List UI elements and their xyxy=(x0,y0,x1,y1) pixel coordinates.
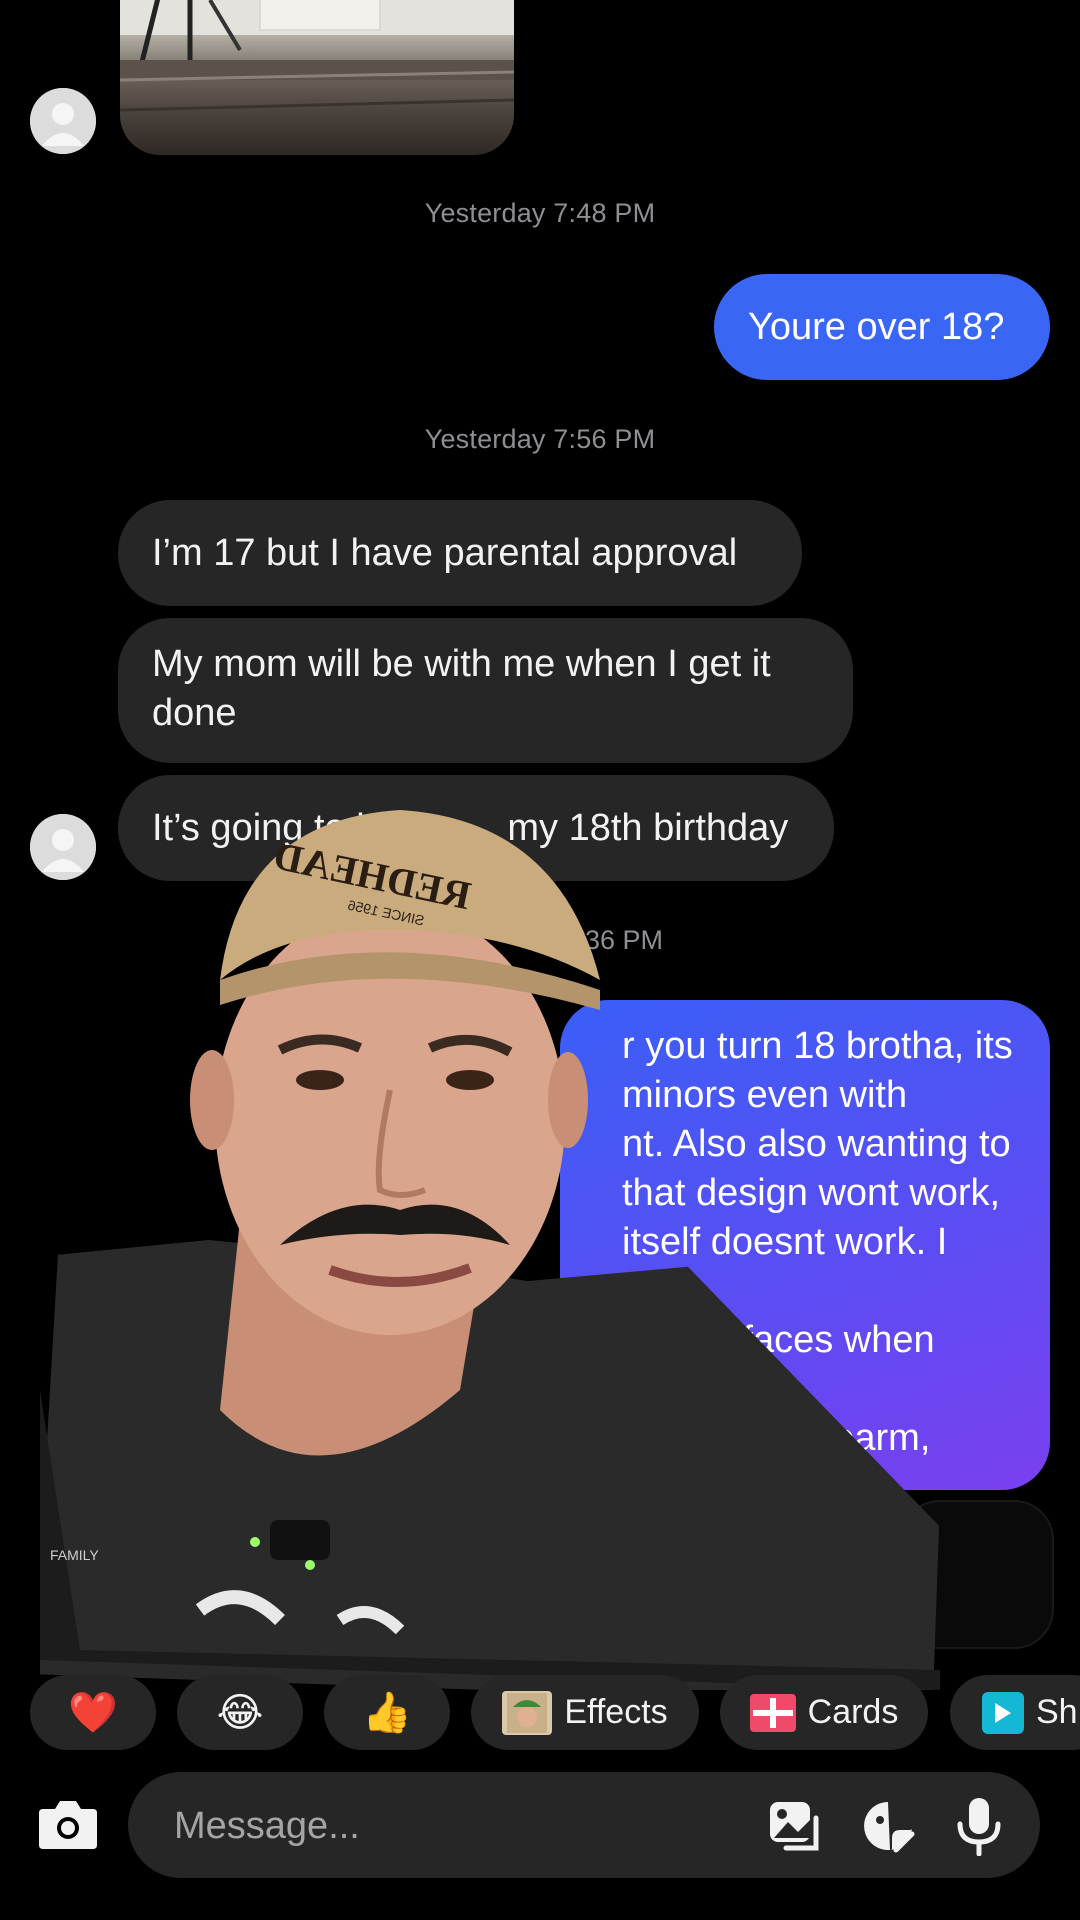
video-overlay-person: FAMILY REDHEAD SINCE 1956 xyxy=(33,790,940,1706)
message-input[interactable] xyxy=(172,1800,736,1852)
message-composer xyxy=(128,1772,1040,1878)
camera-icon xyxy=(39,1801,97,1849)
message-text-line: My mom will be with me when I get it xyxy=(152,643,771,685)
effects-label: Effects xyxy=(564,1693,668,1731)
share-button[interactable]: Sh xyxy=(950,1675,1080,1750)
share-label: Sh xyxy=(1036,1693,1078,1731)
image-message[interactable] xyxy=(120,0,514,155)
message-text: I’m 17 but I have parental approval xyxy=(152,532,738,574)
timestamp: Yesterday 7:56 PM xyxy=(424,424,656,454)
cards-label: Cards xyxy=(807,1693,899,1731)
message-text-line: done xyxy=(152,692,237,734)
microphone-icon xyxy=(957,1798,1001,1857)
sticker-icon xyxy=(864,1802,915,1853)
timestamp: Yesterday 7:48 PM xyxy=(424,198,656,228)
default-avatar-icon xyxy=(30,88,96,154)
laugh-emoji-icon: 😂 xyxy=(216,1690,264,1735)
gallery-icon xyxy=(770,1802,819,1851)
gallery-button[interactable] xyxy=(766,1798,822,1852)
outgoing-message[interactable]: Youre over 18? xyxy=(714,274,1050,380)
microphone-button[interactable] xyxy=(954,1796,1004,1857)
heart-reaction-button[interactable]: ❤️ xyxy=(30,1675,156,1750)
heart-icon: ❤️ xyxy=(68,1690,118,1735)
image-thumbnail xyxy=(120,0,514,112)
incoming-message[interactable]: I’m 17 but I have parental approval xyxy=(118,500,802,606)
reaction-bar: ❤️ 😂 👍 Effects Cards Sh xyxy=(0,1675,1080,1750)
cards-button[interactable]: Cards xyxy=(720,1675,928,1750)
gift-card-icon xyxy=(749,1693,796,1732)
incoming-message[interactable]: My mom will be with me when I get it don… xyxy=(118,618,853,763)
sender-avatar[interactable] xyxy=(30,88,96,154)
thumbs-up-reaction-button[interactable]: 👍 xyxy=(324,1675,450,1750)
camera-button[interactable] xyxy=(35,1795,101,1855)
effects-button[interactable]: Effects xyxy=(471,1675,699,1750)
message-text: Youre over 18? xyxy=(748,306,1005,348)
laugh-reaction-button[interactable]: 😂 xyxy=(177,1675,303,1750)
thumbs-up-icon: 👍 xyxy=(362,1690,412,1735)
effects-icon xyxy=(502,1690,553,1735)
play-icon xyxy=(982,1691,1024,1734)
svg-text:FAMILY: FAMILY xyxy=(50,1547,99,1563)
sticker-button[interactable] xyxy=(860,1798,916,1854)
